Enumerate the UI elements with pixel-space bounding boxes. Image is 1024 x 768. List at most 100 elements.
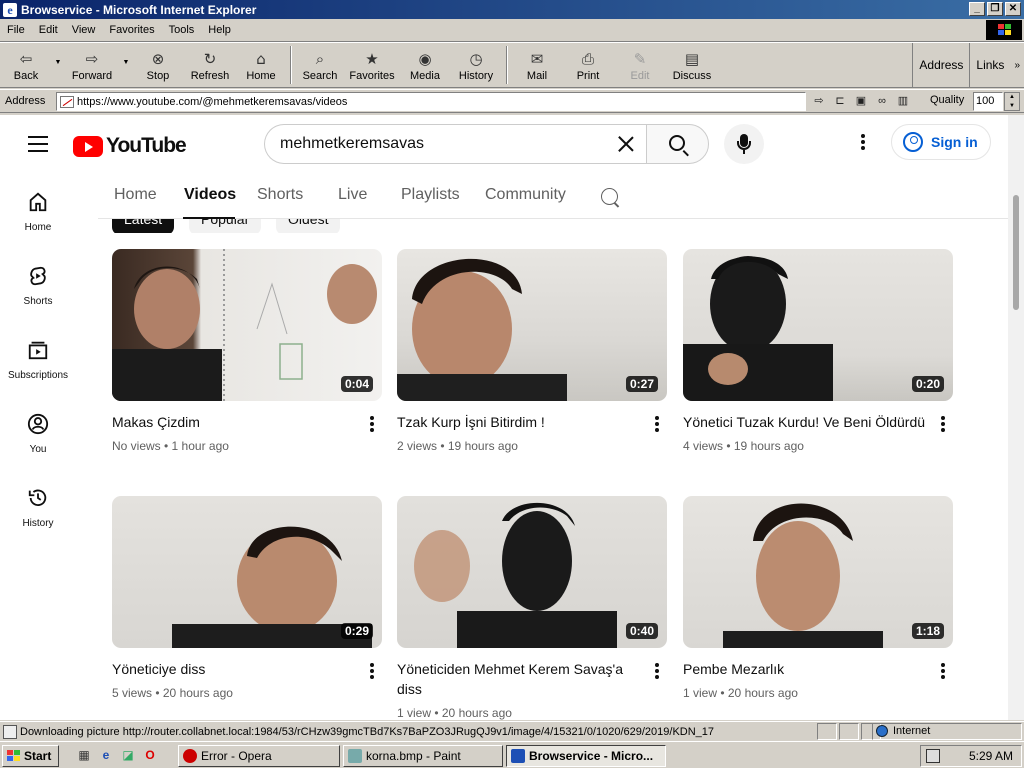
chip-popular[interactable]: Popular — [189, 219, 262, 233]
history-icon — [28, 489, 47, 507]
tab-community[interactable]: Community — [485, 186, 566, 204]
video-more-icon[interactable] — [655, 416, 659, 434]
video-thumbnail[interactable]: 1:18 — [683, 496, 953, 648]
broken-page-icon — [60, 95, 74, 108]
home-button[interactable]: ⌂ Home — [236, 43, 286, 87]
address-toggle[interactable]: Address — [912, 43, 969, 87]
chevron-right-icon[interactable]: » — [1010, 60, 1024, 71]
forward-button[interactable]: ⇨ Forward — [64, 43, 120, 87]
search-button[interactable]: ⌕ Search — [296, 43, 344, 87]
video-thumbnail[interactable]: 0:20 — [683, 249, 953, 401]
hamburger-menu-icon[interactable] — [28, 136, 48, 152]
explorer-quicklaunch-icon[interactable]: ◪ — [120, 747, 136, 763]
chip-oldest[interactable]: Oldest — [276, 219, 341, 233]
video-more-icon[interactable] — [370, 416, 374, 434]
menu-file[interactable]: File — [0, 24, 32, 36]
forward-dropdown-icon[interactable]: ▼ — [120, 59, 132, 66]
links-toggle[interactable]: Links — [969, 43, 1010, 87]
menu-view[interactable]: View — [65, 24, 103, 36]
video-title[interactable]: Pembe Mezarlık — [683, 659, 928, 679]
minimize-button[interactable]: _ — [969, 2, 985, 16]
video-thumbnail[interactable]: 0:27 — [397, 249, 667, 401]
favorites-button[interactable]: ★ Favorites — [344, 43, 400, 87]
video-more-icon[interactable] — [655, 663, 659, 681]
video-more-icon[interactable] — [370, 663, 374, 681]
page-scrollbar[interactable] — [1008, 115, 1024, 720]
close-button[interactable]: ✕ — [1005, 2, 1021, 16]
sidebar-item-home[interactable]: Home — [0, 173, 76, 243]
task-paint[interactable]: korna.bmp - Paint — [343, 745, 503, 767]
settings-more-icon[interactable] — [853, 134, 873, 154]
video-title[interactable]: Yönetici Tuzak Kurdu! Ve Beni Öldürdü — [683, 412, 928, 432]
youtube-logo[interactable]: YouTube — [73, 134, 187, 158]
url-input[interactable] — [77, 95, 797, 108]
edit-icon: ✎ — [633, 49, 647, 68]
search-submit-button[interactable] — [646, 124, 709, 164]
menu-tools[interactable]: Tools — [162, 24, 202, 36]
voice-search-button[interactable] — [724, 124, 764, 164]
back-button[interactable]: ⇦ Back — [0, 43, 52, 87]
you-icon — [27, 413, 49, 435]
video-thumbnail[interactable]: 0:29 — [112, 496, 382, 648]
video-title[interactable]: Tzak Kurp İşni Bitirdim ! — [397, 412, 642, 432]
bookmark-icon[interactable]: ⊏ — [831, 93, 849, 109]
tab-home[interactable]: Home — [114, 186, 157, 204]
stop-button[interactable]: ⊗ Stop — [132, 43, 184, 87]
sidebar-item-label: History — [22, 518, 54, 529]
chip-latest[interactable]: Latest — [112, 219, 175, 233]
sign-in-button[interactable]: Sign in — [891, 124, 991, 160]
video-thumbnail[interactable]: 0:40 — [397, 496, 667, 648]
clipboard-icon[interactable]: ▥ — [894, 93, 912, 109]
edit-label: Edit — [630, 69, 650, 82]
tab-live[interactable]: Live — [338, 186, 367, 204]
toolbar: ⇦ Back ▼ ⇨ Forward ▼ ⊗ Stop ↻ Refresh ⌂ … — [0, 42, 1024, 88]
duration-badge: 1:18 — [911, 623, 944, 639]
restore-button[interactable]: ❐ — [987, 2, 1003, 16]
sidebar-item-subscriptions[interactable]: Subscriptions — [0, 321, 76, 391]
clock[interactable]: 5:29 AM — [969, 749, 1013, 763]
menu-help[interactable]: Help — [201, 24, 238, 36]
tab-videos[interactable]: Videos — [184, 186, 236, 204]
scrollbar-thumb[interactable] — [1013, 195, 1019, 310]
search-input[interactable]: mehmetkeremsavas — [264, 124, 646, 164]
back-dropdown-icon[interactable]: ▼ — [52, 59, 64, 66]
address-field[interactable] — [56, 92, 806, 111]
ie-quicklaunch-icon[interactable]: e — [98, 747, 114, 763]
video-more-icon[interactable] — [941, 663, 945, 681]
video-title[interactable]: Yöneticiden Mehmet Kerem Savaş'a diss — [397, 659, 642, 699]
video-title[interactable]: Yöneticiye diss — [112, 659, 357, 679]
task-opera[interactable]: Error - Opera — [178, 745, 340, 767]
edit-button: ✎ Edit — [614, 43, 666, 87]
start-button[interactable]: Start — [2, 745, 59, 767]
channel-search-icon[interactable] — [601, 188, 618, 205]
opera-icon — [183, 749, 197, 763]
menu-edit[interactable]: Edit — [32, 24, 65, 36]
menu-favorites[interactable]: Favorites — [102, 24, 161, 36]
history-button[interactable]: ◷ History — [450, 43, 502, 87]
sidebar-item-history[interactable]: History — [0, 469, 76, 539]
clear-search-icon[interactable] — [614, 132, 638, 156]
binoculars-icon[interactable]: ∞ — [873, 93, 891, 109]
mail-icon: ✉ — [530, 49, 544, 68]
find-icon[interactable]: ▣ — [852, 93, 870, 109]
sidebar-item-shorts[interactable]: Shorts — [0, 247, 76, 317]
discuss-button[interactable]: ▤ Discuss — [666, 43, 718, 87]
show-desktop-icon[interactable]: ▦ — [76, 747, 92, 763]
refresh-button[interactable]: ↻ Refresh — [184, 43, 236, 87]
media-button[interactable]: ◉ Media — [400, 43, 450, 87]
video-thumbnail[interactable]: 0:04 — [112, 249, 382, 401]
print-button[interactable]: ⎙ Print — [562, 43, 614, 87]
sidebar-item-you[interactable]: You — [0, 395, 76, 465]
sidebar-item-label: You — [29, 444, 47, 455]
video-more-icon[interactable] — [941, 416, 945, 434]
go-arrow-icon[interactable]: ⇨ — [810, 93, 828, 109]
video-title[interactable]: Makas Çizdim — [112, 412, 357, 432]
quality-input[interactable]: 100 — [973, 92, 1003, 111]
tab-playlists[interactable]: Playlists — [401, 186, 460, 204]
opera-quicklaunch-icon[interactable]: O — [142, 747, 158, 763]
network-tray-icon[interactable] — [926, 749, 940, 763]
tab-shorts[interactable]: Shorts — [257, 186, 303, 204]
mail-button[interactable]: ✉ Mail — [512, 43, 562, 87]
task-browservice[interactable]: Browservice - Micro... — [506, 745, 666, 767]
quality-spinner[interactable]: ▲ ▼ — [1004, 92, 1020, 111]
